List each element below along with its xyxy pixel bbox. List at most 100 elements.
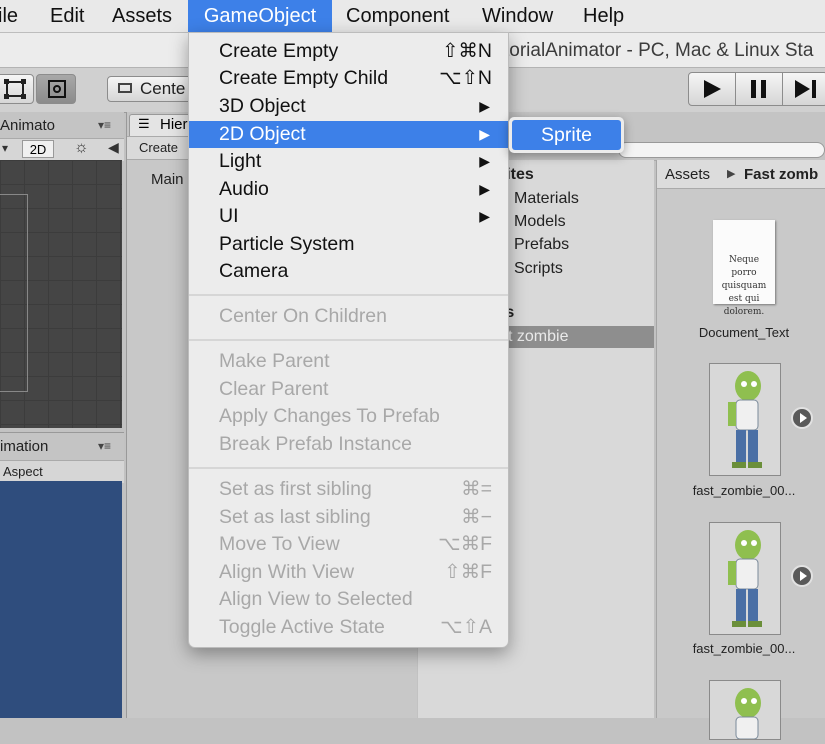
menu-item-label: Particle System <box>219 233 355 255</box>
play-icon <box>704 80 721 98</box>
pause-button[interactable] <box>736 73 783 105</box>
menu-item-label: Toggle Active State <box>219 616 385 638</box>
play-animation-icon[interactable] <box>791 565 813 587</box>
asset-label-document-text[interactable]: Document_Text <box>674 325 814 340</box>
hierarchy-tab-label: Hier <box>160 116 188 133</box>
menu-item-create-empty[interactable]: Create Empty ⇧⌘N <box>189 38 508 65</box>
menu-component[interactable]: Component <box>346 0 449 32</box>
zombie-sprite-thumbnail[interactable] <box>709 363 781 476</box>
window-title: torialAnimator - PC, Mac & Linux Sta <box>504 40 814 61</box>
menu-item-label: Apply Changes To Prefab <box>219 405 440 427</box>
menu-gameobject[interactable]: GameObject <box>188 0 332 32</box>
menu-item-label: Make Parent <box>219 350 330 372</box>
menu-separator <box>189 339 508 341</box>
menu-separator <box>189 294 508 296</box>
hierarchy-create-button[interactable]: Create <box>139 140 178 155</box>
pivot-center-toggle[interactable]: Cente <box>107 76 197 102</box>
shortcut-label: ⌥⇧A <box>440 616 492 638</box>
play-button[interactable] <box>689 73 736 105</box>
rect-transform-icon <box>48 80 66 98</box>
project-search-input[interactable] <box>618 142 825 158</box>
aspect-dropdown[interactable]: Aspect <box>3 464 43 479</box>
document-preview-text: Neque porro quisquam est qui dolorem. <box>721 255 767 317</box>
menu-assets[interactable]: Assets <box>112 0 172 32</box>
hierarchy-item-main[interactable]: Main <box>151 171 184 188</box>
shortcut-label: ⌥⌘F <box>438 533 492 555</box>
tree-item-prefabs[interactable]: Prefabs <box>514 236 569 254</box>
breadcrumb-fast-zombie[interactable]: Fast zomb <box>744 166 818 183</box>
document-text-thumbnail[interactable]: Neque porro quisquam est qui dolorem. <box>713 220 775 317</box>
animator-tab[interactable]: Animato <box>0 117 55 134</box>
scene-frame <box>0 194 28 392</box>
center-icon <box>118 83 132 93</box>
tree-item-materials[interactable]: Materials <box>514 190 579 208</box>
menu-item-make-parent: Make Parent <box>189 348 508 375</box>
menu-item-label: 2D Object <box>219 123 306 145</box>
submenu-arrow-icon: ▶ <box>479 181 490 197</box>
asset-label-zombie-1[interactable]: fast_zombie_00... <box>674 483 814 498</box>
menu-item-3d-object[interactable]: 3D Object ▶ <box>189 93 508 120</box>
play-controls <box>688 72 825 106</box>
menu-item-label: Audio <box>219 178 269 200</box>
menu-item-light[interactable]: Light ▶ <box>189 148 508 175</box>
zombie-sprite-thumbnail[interactable] <box>709 680 781 740</box>
menu-help[interactable]: Help <box>583 0 624 32</box>
menu-item-move-to-view: Move To View ⌥⌘F <box>189 531 508 558</box>
zombie-sprite-image <box>735 688 761 740</box>
2d-object-submenu: Sprite <box>509 117 624 153</box>
menu-window[interactable]: Window <box>482 0 553 32</box>
rect-transform-button[interactable] <box>36 74 76 104</box>
rect-tool-button[interactable] <box>0 74 34 104</box>
gameobject-menu: Create Empty ⇧⌘N Create Empty Child ⌥⇧N … <box>188 32 509 648</box>
zombie-sprite-image <box>728 530 762 627</box>
tree-item-fast-zombie[interactable]: st zombie <box>500 328 568 346</box>
pause-icon-bar <box>761 80 766 98</box>
animator-header: Animato ▾≡ ▾ 2D ☼ ◀ <box>0 112 124 161</box>
menu-item-label: Align View to Selected <box>219 588 413 610</box>
step-button[interactable] <box>783 73 825 105</box>
menu-item-label: UI <box>219 205 239 227</box>
submenu-arrow-icon: ▶ <box>479 126 490 142</box>
play-animation-icon[interactable] <box>791 407 813 429</box>
menu-item-create-empty-child[interactable]: Create Empty Child ⌥⇧N <box>189 65 508 92</box>
menu-item-sprite[interactable]: Sprite <box>512 120 621 150</box>
menu-item-label: Align With View <box>219 561 355 583</box>
submenu-arrow-icon: ▶ <box>479 153 490 169</box>
panel-menu-icon[interactable]: ▾≡ <box>98 439 111 453</box>
game-view[interactable] <box>0 481 122 718</box>
menu-item-audio[interactable]: Audio ▶ <box>189 176 508 203</box>
list-icon: ☰ <box>138 116 150 131</box>
animation-tab[interactable]: imation <box>0 438 48 455</box>
menu-item-label: Move To View <box>219 533 340 555</box>
menu-item-particle-system[interactable]: Particle System <box>189 231 508 258</box>
breadcrumb-assets[interactable]: Assets <box>665 166 710 183</box>
asset-label-zombie-2[interactable]: fast_zombie_00... <box>674 641 814 656</box>
shortcut-label: ⌘= <box>461 478 492 500</box>
menu-file[interactable]: ile <box>0 0 32 32</box>
tree-item-scripts[interactable]: Scripts <box>514 260 563 278</box>
menu-item-2d-object[interactable]: 2D Object ▶ <box>189 121 508 148</box>
submenu-arrow-icon: ▶ <box>479 98 490 114</box>
menu-item-label: Set as first sibling <box>219 478 372 500</box>
menu-item-toggle-active-state: Toggle Active State ⌥⇧A <box>189 614 508 641</box>
scene-2d-toggle[interactable]: 2D <box>22 140 54 158</box>
step-icon-bar <box>812 80 816 98</box>
breadcrumb-separator-icon: ▶ <box>727 168 736 180</box>
menu-item-label: Light <box>219 150 262 172</box>
menu-item-label: Create Empty <box>219 40 339 62</box>
audio-icon[interactable]: ◀ <box>108 139 119 156</box>
menu-item-ui[interactable]: UI ▶ <box>189 203 508 230</box>
zombie-sprite-thumbnail[interactable] <box>709 522 781 635</box>
menu-item-label: 3D Object <box>219 95 306 117</box>
menu-edit[interactable]: Edit <box>50 0 84 32</box>
dropdown-arrow-icon[interactable]: ▾ <box>2 141 8 155</box>
shortcut-label: ⇧⌘F <box>444 561 492 583</box>
pause-icon <box>751 80 756 98</box>
menu-item-camera[interactable]: Camera <box>189 258 508 285</box>
panel-menu-icon[interactable]: ▾≡ <box>98 118 111 132</box>
scene-view[interactable] <box>0 160 122 428</box>
menu-item-apply-changes-to-prefab: Apply Changes To Prefab <box>189 403 508 430</box>
tree-item-models[interactable]: Models <box>514 213 566 231</box>
menu-item-clear-parent: Clear Parent <box>189 376 508 403</box>
light-icon[interactable]: ☼ <box>74 139 89 157</box>
